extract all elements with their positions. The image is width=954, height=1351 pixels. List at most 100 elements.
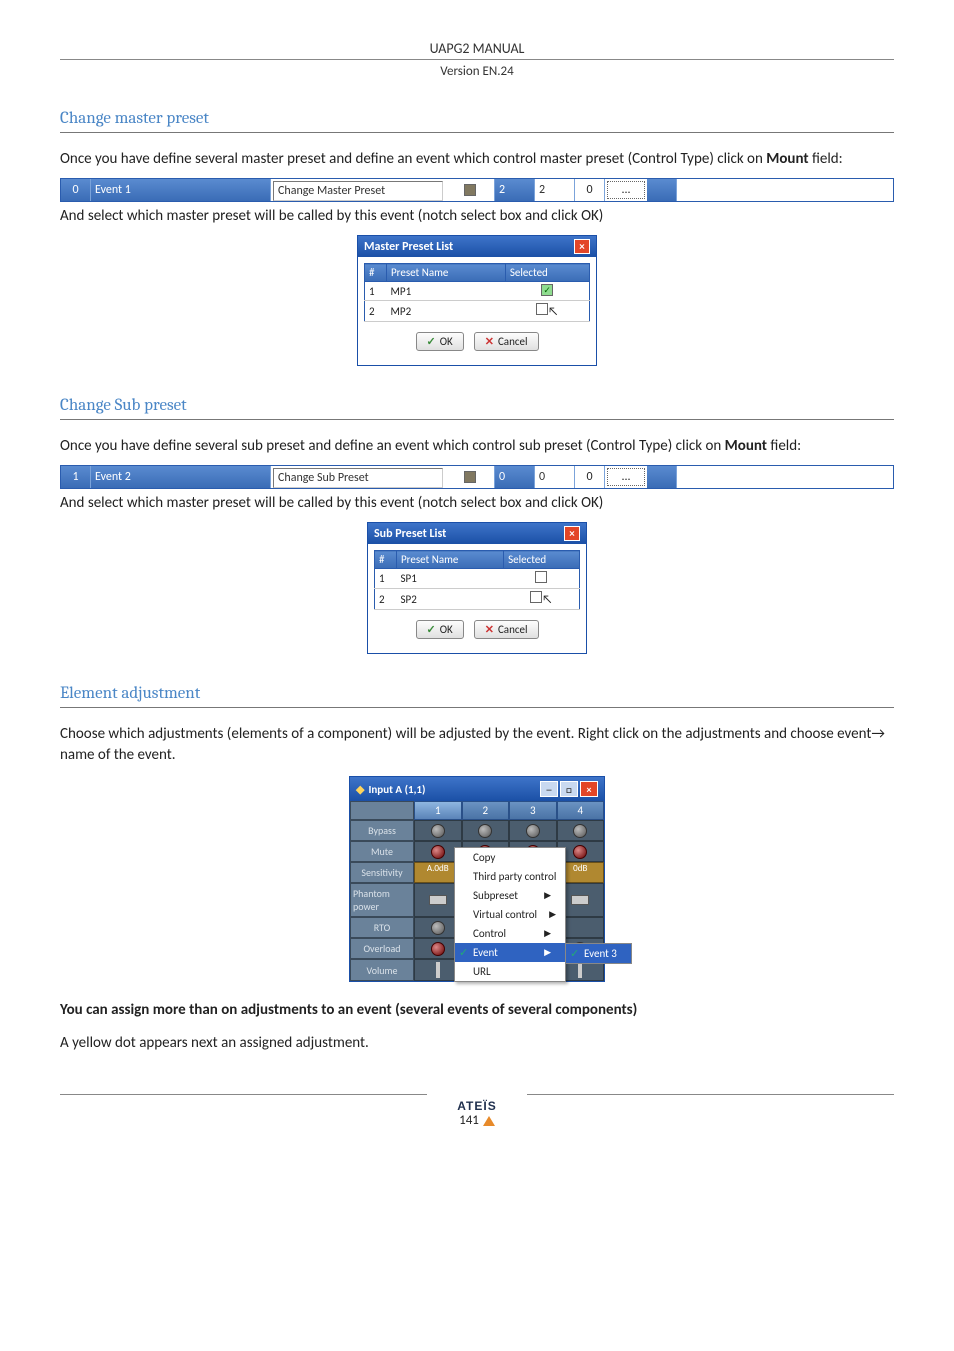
event-control-type[interactable]: Change Master Preset [273,181,443,201]
event-val-1: 2 [495,179,535,201]
window-title: Input A (1,1) [368,783,425,796]
bypass-knob[interactable] [557,820,605,841]
event-number: 1 [61,466,91,488]
cancel-button[interactable]: Cancel [474,332,539,351]
close-icon[interactable]: × [574,239,590,254]
intro-text-3: Choose which adjustments (elements of a … [60,724,894,766]
row-rto: RTO [350,917,414,938]
row-mute: Mute [350,841,414,862]
cursor-icon: ↖ [548,305,559,319]
preset-table: # Preset Name Selected 1 SP1 2 SP2 ↖ [374,550,580,610]
heading-underline [60,419,894,420]
col-preset-name: Preset Name [387,264,506,282]
channel-tab-1[interactable]: 1 [414,801,462,820]
channel-tab-3[interactable]: 3 [509,801,557,820]
manual-header: UAPG2 MANUAL Version EN.24 [60,40,894,79]
event-val-2[interactable]: 0 [535,466,575,488]
instruction-text-2: And select which master preset will be c… [60,493,894,514]
channel-tab-4[interactable]: 4 [557,801,605,820]
cancel-button[interactable]: Cancel [474,620,539,639]
menu-url[interactable]: URL [455,962,565,981]
event-submenu[interactable]: Event 3 [565,943,632,964]
menu-subpreset[interactable]: Subpreset▶ [455,886,565,905]
event-control-type[interactable]: Change Sub Preset [273,468,443,488]
select-checkbox[interactable] [530,591,542,603]
row-sensitivity: Sensitivity [350,862,414,883]
event-val-3: 0 [575,179,605,201]
app-icon: ◆ [356,783,364,796]
context-menu[interactable]: Copy Third party control Subpreset▶ Virt… [454,847,566,982]
menu-third-party-control[interactable]: Third party control [455,867,565,886]
event-mount-button[interactable]: ... [607,468,645,486]
chevron-right-icon: ▶ [549,909,556,920]
bypass-knob[interactable] [509,820,557,841]
page-number: 141 [459,1113,495,1128]
event-row-2: 1 Event 2 Change Sub Preset 0 0 0 ... [60,465,894,489]
cursor-icon: ↖ [542,593,553,607]
chevron-right-icon: ▶ [544,947,551,958]
section-change-master-preset: Change master preset Once you have defin… [60,109,894,366]
row-volume: Volume [350,959,414,981]
heading-underline [60,132,894,133]
col-selected: Selected [505,264,589,282]
event-checkbox[interactable] [445,179,495,201]
version-label: Version EN.24 [60,64,894,79]
yellow-dot-note: A yellow dot appears next an assigned ad… [60,1033,894,1054]
menu-copy[interactable]: Copy [455,848,565,867]
event-name[interactable]: Event 1 [91,179,271,201]
table-row[interactable]: 1 SP1 [375,569,580,589]
menu-virtual-control[interactable]: Virtual control▶ [455,905,565,924]
input-a-window: ◆ Input A (1,1) ─ □ × 1 2 3 4 Bypass [349,776,605,982]
dialog-titlebar: Master Preset List × [358,236,596,257]
ateis-logo: ATEÏS [60,1099,894,1113]
event-val-2[interactable]: 2 [535,179,575,201]
table-row[interactable]: 2 SP2 ↖ [375,589,580,610]
event-row-end [647,179,677,201]
row-phantom-power: Phantom power [350,883,414,917]
ok-button[interactable]: OK [416,620,464,639]
select-checkbox[interactable] [536,303,548,315]
intro-text-1: Once you have define several master pres… [60,149,894,170]
sub-preset-dialog: Sub Preset List × # Preset Name Selected… [367,522,587,654]
ok-button[interactable]: OK [416,332,464,351]
dialog-titlebar: Sub Preset List × [368,523,586,544]
event-row-1: 0 Event 1 Change Master Preset 2 2 0 ... [60,178,894,202]
minimize-icon[interactable]: ─ [540,781,558,797]
row-bypass: Bypass [350,820,414,841]
assign-note: You can assign more than on adjustments … [60,1000,894,1021]
chevron-right-icon: ▶ [544,928,551,939]
select-checkbox[interactable] [535,571,547,583]
maximize-icon[interactable]: □ [560,781,578,797]
master-preset-dialog: Master Preset List × # Preset Name Selec… [357,235,597,366]
dialog-title-text: Sub Preset List [374,527,446,541]
row-overload: Overload [350,938,414,959]
triangle-icon [483,1116,495,1126]
channel-tab-2[interactable]: 2 [462,801,510,820]
close-icon[interactable]: × [580,781,598,797]
bypass-knob[interactable] [414,820,462,841]
bypass-knob[interactable] [462,820,510,841]
menu-control[interactable]: Control▶ [455,924,565,943]
event-checkbox[interactable] [445,466,495,488]
event-name[interactable]: Event 2 [91,466,271,488]
dialog-title-text: Master Preset List [364,240,453,254]
table-row[interactable]: 1 MP1 [365,282,590,301]
event-mount-button[interactable]: ... [607,181,645,199]
heading-change-master-preset: Change master preset [60,109,894,128]
intro-text-2: Once you have define several sub preset … [60,436,894,457]
table-row[interactable]: 2 MP2 ↖ [365,301,590,322]
corner-cell [350,801,414,820]
chevron-right-icon: ▶ [544,890,551,901]
col-selected: Selected [504,551,580,569]
window-titlebar[interactable]: ◆ Input A (1,1) ─ □ × [350,777,604,801]
preset-table: # Preset Name Selected 1 MP1 2 MP2 ↖ [364,263,590,322]
menu-event[interactable]: Event▶ Event 3 [455,943,565,962]
select-checkbox[interactable] [541,284,553,296]
event-row-end [647,466,677,488]
col-number: # [365,264,387,282]
event-val-3: 0 [575,466,605,488]
col-number: # [375,551,397,569]
submenu-event-3[interactable]: Event 3 [566,944,631,963]
close-icon[interactable]: × [564,526,580,541]
section-change-sub-preset: Change Sub preset Once you have define s… [60,396,894,654]
